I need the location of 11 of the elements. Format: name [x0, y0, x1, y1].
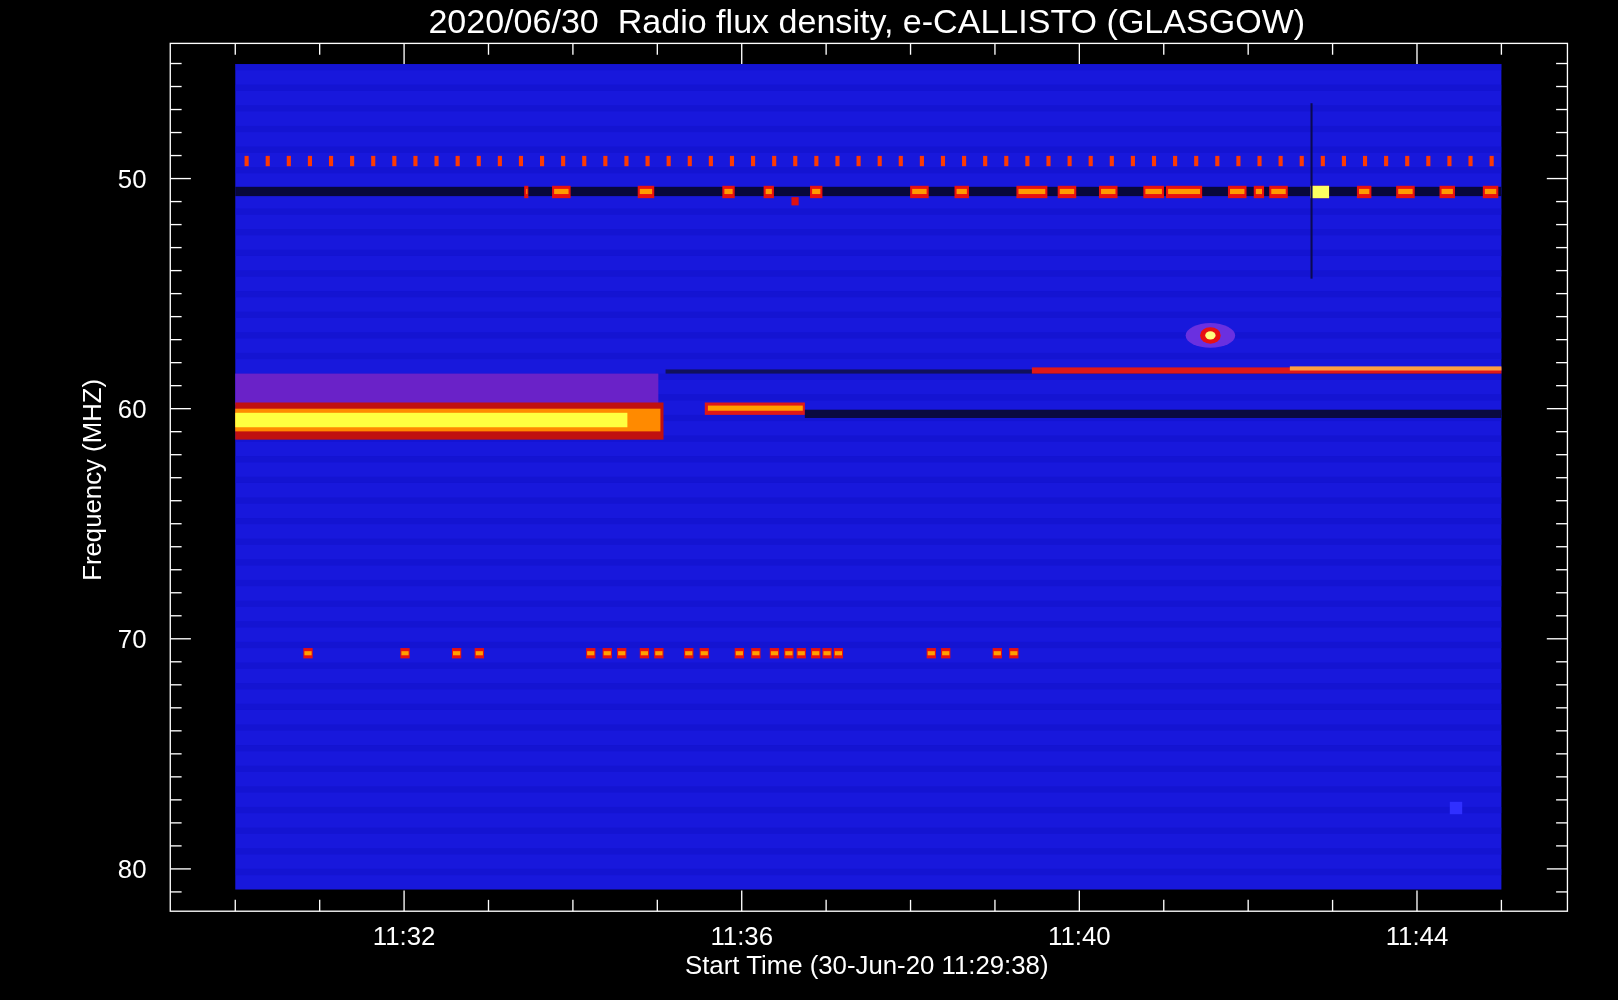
axis-label: Start Time (30-Jun-20 11:29:38)	[685, 951, 1049, 980]
plot-title: 2020/06/30 Radio flux density, e-CALLISTO (GLASGOW)	[428, 2, 1306, 41]
tick-label: 70	[117, 625, 147, 654]
tick-label: 60	[117, 394, 147, 423]
tick-label: 11:36	[710, 922, 774, 951]
tick-label: 50	[117, 164, 147, 193]
tick-label: 11:44	[1385, 922, 1449, 951]
tick-label: 80	[117, 855, 147, 884]
tick-label: 11:32	[372, 922, 436, 951]
axis-label: Frequency (MHZ)	[78, 378, 107, 581]
tick-label: 11:40	[1048, 922, 1111, 951]
